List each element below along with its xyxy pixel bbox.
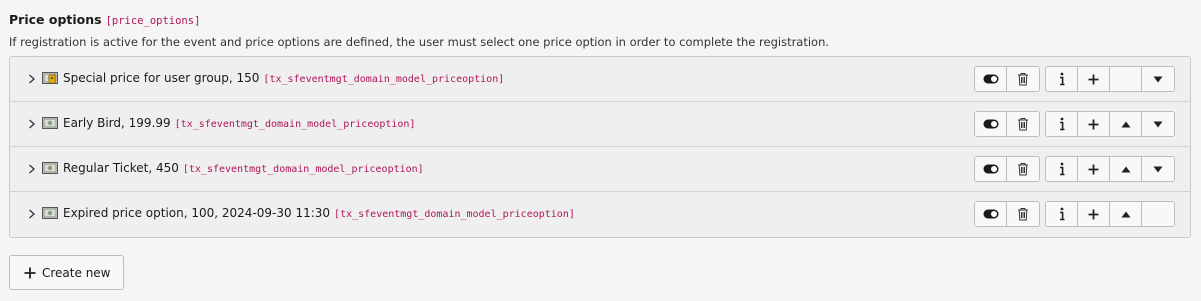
record-title-text: Special price for user group, 150 <box>63 71 260 85</box>
field-description: If registration is active for the event … <box>9 35 830 49</box>
record-table-name: [tx_sfeventmgt_domain_model_priceoption] <box>263 74 505 85</box>
chevron-right-icon[interactable] <box>26 72 38 86</box>
trash-icon <box>1017 72 1029 86</box>
add-after-button[interactable] <box>1078 202 1110 226</box>
toggle-icon <box>983 74 999 84</box>
arrow-up-icon <box>1121 121 1131 128</box>
record-row[interactable]: Special price for user group, 150 [tx_sfe… <box>10 57 1190 102</box>
record-action-group <box>1045 111 1175 137</box>
record-action-group <box>1045 66 1175 92</box>
chevron-right-icon[interactable] <box>26 117 38 131</box>
record-title-text: Early Bird, 199.99 <box>63 116 171 130</box>
record-control-group <box>974 201 1040 227</box>
chevron-right-icon[interactable] <box>26 207 38 221</box>
info-button[interactable] <box>1046 112 1078 136</box>
info-button[interactable] <box>1046 202 1078 226</box>
arrow-up-icon <box>1121 211 1131 218</box>
record-table-name: [tx_sfeventmgt_domain_model_priceoption] <box>182 164 424 175</box>
hide-toggle-button[interactable] <box>975 112 1007 136</box>
inline-records-field: Price options [price_options] If registra… <box>0 0 1201 301</box>
record-row[interactable]: Early Bird, 199.99 [tx_sfeventmgt_domain_… <box>10 102 1190 147</box>
record-row[interactable]: Expired price option, 100, 2024-09-30 11… <box>10 192 1190 237</box>
arrow-up-icon <box>1121 166 1131 173</box>
move-up-button[interactable] <box>1110 202 1142 226</box>
money-group-icon <box>42 72 58 84</box>
move-up-button[interactable] <box>1110 157 1142 181</box>
record-title[interactable]: Regular Ticket, 450 [tx_sfeventmgt_domain… <box>63 161 424 175</box>
record-control-group <box>974 66 1040 92</box>
move-down-placeholder <box>1142 202 1174 226</box>
arrow-down-icon <box>1153 121 1163 128</box>
delete-button[interactable] <box>1007 202 1039 226</box>
info-icon <box>1059 207 1065 221</box>
delete-button[interactable] <box>1007 67 1039 91</box>
toggle-icon <box>983 164 999 174</box>
add-after-button[interactable] <box>1078 67 1110 91</box>
plus-icon <box>1088 164 1099 175</box>
trash-icon <box>1017 117 1029 131</box>
create-new-label: Create new <box>42 265 111 280</box>
plus-icon <box>24 267 36 279</box>
record-title-text: Regular Ticket, 450 <box>63 161 179 175</box>
record-table-name: [tx_sfeventmgt_domain_model_priceoption] <box>334 209 575 220</box>
hide-toggle-button[interactable] <box>975 202 1007 226</box>
move-down-button[interactable] <box>1142 67 1174 91</box>
field-label: Price options [price_options] <box>9 12 200 27</box>
create-new-button[interactable]: Create new <box>9 255 124 290</box>
delete-button[interactable] <box>1007 112 1039 136</box>
info-icon <box>1059 162 1065 176</box>
info-icon <box>1059 72 1065 86</box>
info-button[interactable] <box>1046 157 1078 181</box>
toggle-icon <box>983 119 999 129</box>
trash-icon <box>1017 162 1029 176</box>
hide-toggle-button[interactable] <box>975 157 1007 181</box>
record-action-group <box>1045 156 1175 182</box>
plus-icon <box>1088 119 1099 130</box>
plus-icon <box>1088 74 1099 85</box>
arrow-down-icon <box>1153 166 1163 173</box>
arrow-down-icon <box>1153 76 1163 83</box>
record-row[interactable]: Regular Ticket, 450 [tx_sfeventmgt_domain… <box>10 147 1190 192</box>
record-table-name: [tx_sfeventmgt_domain_model_priceoption] <box>174 119 416 130</box>
move-down-button[interactable] <box>1142 157 1174 181</box>
record-control-group <box>974 156 1040 182</box>
toggle-icon <box>983 209 999 219</box>
move-down-button[interactable] <box>1142 112 1174 136</box>
info-icon <box>1059 117 1065 131</box>
money-icon <box>42 207 58 219</box>
add-after-button[interactable] <box>1078 112 1110 136</box>
info-button[interactable] <box>1046 67 1078 91</box>
record-title[interactable]: Early Bird, 199.99 [tx_sfeventmgt_domain_… <box>63 116 415 130</box>
record-title[interactable]: Special price for user group, 150 [tx_sfe… <box>63 71 504 85</box>
move-up-placeholder <box>1110 67 1142 91</box>
chevron-right-icon[interactable] <box>26 162 38 176</box>
records-panel-group: Special price for user group, 150 [tx_sfe… <box>9 56 1191 238</box>
field-label-text: Price options <box>9 12 102 27</box>
money-icon <box>42 162 58 174</box>
record-control-group <box>974 111 1040 137</box>
record-action-group <box>1045 201 1175 227</box>
move-up-button[interactable] <box>1110 112 1142 136</box>
add-after-button[interactable] <box>1078 157 1110 181</box>
plus-icon <box>1088 209 1099 220</box>
trash-icon <box>1017 207 1029 221</box>
hide-toggle-button[interactable] <box>975 67 1007 91</box>
record-title[interactable]: Expired price option, 100, 2024-09-30 11… <box>63 206 575 220</box>
delete-button[interactable] <box>1007 157 1039 181</box>
record-title-text: Expired price option, 100, 2024-09-30 11… <box>63 206 331 220</box>
field-code: [price_options] <box>105 15 201 27</box>
money-icon <box>42 117 58 129</box>
